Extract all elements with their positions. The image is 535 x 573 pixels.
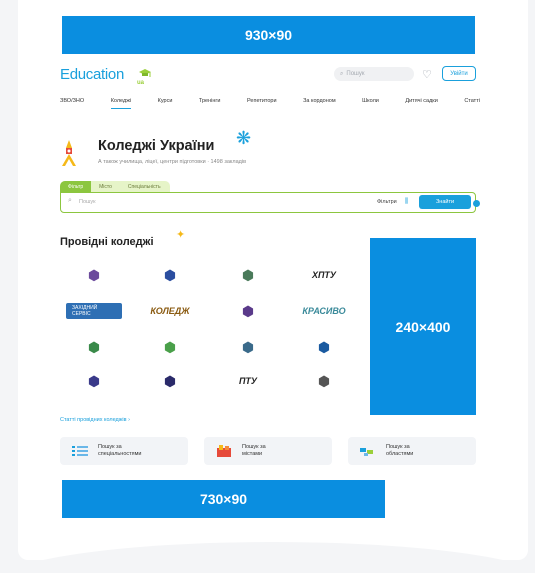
site-logo[interactable]: Education	[60, 66, 124, 83]
nav-item[interactable]: Тренінги	[199, 98, 221, 109]
crest-logo-icon: ⬢	[163, 266, 177, 283]
college-logo[interactable]: ХПТУ	[296, 260, 352, 290]
logo-suffix: ua	[137, 80, 145, 86]
seal-logo-icon: ⬢	[241, 266, 255, 283]
search-icon: ⌕	[340, 70, 344, 77]
search-by-region-card[interactable]: Пошук за областями	[348, 437, 476, 465]
college-logo[interactable]: ⬢	[142, 366, 198, 396]
nav-item[interactable]: Статті	[464, 98, 480, 109]
leading-colleges-title: Провідні коледжі	[60, 236, 154, 248]
circle-logo-icon: ⬢	[87, 372, 101, 389]
green-seal-logo-icon: ⬢	[163, 338, 177, 355]
college-logo-wordmark: КОЛЕДЖ	[150, 306, 190, 316]
list-icon	[72, 445, 88, 457]
nav-item[interactable]: Коледжі	[110, 98, 132, 109]
filters-toggle[interactable]: Фільтри	[377, 199, 397, 205]
map-icon	[216, 445, 232, 457]
college-logo-wordmark: КРАСИВО	[302, 306, 346, 316]
college-search-input[interactable]: ⌕ Пошук Фільтри ⫼ Знайти	[60, 192, 480, 213]
ad-banner-side[interactable]: 240×400	[370, 238, 476, 415]
all-leading-colleges-link[interactable]: Статті провідних коледжів ›	[60, 417, 130, 423]
tools-logo-icon: ⬢	[317, 338, 331, 355]
card-line2: спеціальностями	[98, 451, 142, 457]
search-tab-specialty[interactable]: Спеціальність	[120, 181, 169, 192]
card-line2: областями	[386, 451, 414, 457]
college-search-placeholder: Пошук	[79, 199, 96, 205]
college-logo[interactable]: ⬢	[220, 332, 276, 362]
college-logo[interactable]: ⬢	[142, 260, 198, 290]
college-logo[interactable]: ⬢	[142, 332, 198, 362]
college-logo[interactable]: ⬢	[66, 366, 122, 396]
search-tabs: Фільтр Місто Спеціальність	[60, 181, 170, 192]
snowflake-icon: ❋	[236, 128, 252, 148]
ad-banner-top[interactable]: 930×90	[62, 16, 475, 54]
main-nav: ЗВО/ЗНО Коледжі Курси Тренінги Репетитори За …	[60, 98, 480, 109]
scroll-indicator-dot	[473, 200, 480, 207]
search-by-cards: Пошук за спеціальностями Пошук за містами …	[60, 437, 476, 465]
college-logo[interactable]: ПТУ	[220, 366, 276, 396]
tower-logo-icon: ⬢	[163, 372, 177, 389]
regions-icon	[360, 445, 376, 457]
nav-item[interactable]: Курси	[158, 98, 173, 109]
search-by-specialty-card[interactable]: Пошук за спеціальностями	[60, 437, 188, 465]
page-subtitle: А також училища, ліцеї, центри підготовк…	[98, 159, 246, 165]
card-line1: Пошук за	[386, 444, 410, 450]
oval-logo-icon: ⬢	[241, 338, 255, 355]
college-logo[interactable]: ⬢	[66, 260, 122, 290]
card-line2: містами	[242, 451, 263, 457]
college-logo[interactable]: ЗАХІДНИЙ СЕРВІС	[66, 296, 122, 326]
header-search-placeholder: Пошук	[346, 71, 365, 77]
search-tab-city[interactable]: Місто	[91, 181, 120, 192]
college-logo[interactable]: ⬢	[296, 332, 352, 362]
sparkle-icon: ✦	[176, 229, 186, 241]
college-emblem-icon	[62, 140, 76, 166]
nav-item[interactable]: Школи	[362, 98, 379, 109]
shield-logo-icon: ⬢	[87, 266, 101, 283]
college-logo[interactable]: ⬢	[296, 366, 352, 396]
round-logo-icon: ⬢	[87, 338, 101, 355]
college-logo[interactable]: КОЛЕДЖ	[142, 296, 198, 326]
college-logo-wordmark: ПТУ	[238, 376, 258, 386]
college-logo-grid: ⬢ ⬢ ⬢ ХПТУ ЗАХІДНИЙ СЕРВІС КОЛЕДЖ ⬢ КРАСИВО ⬢ ⬢ ⬢ ⬢…	[60, 258, 360, 398]
ad-banner-bottom[interactable]: 730×90	[62, 480, 385, 518]
filter-sliders-icon[interactable]: ⫼	[405, 198, 408, 206]
college-search-panel: Фільтр Місто Спеціальність ⌕ Пошук Фільт…	[60, 181, 480, 215]
page-title: Коледжі України	[98, 138, 215, 154]
figure-logo-2-icon: ⬢	[317, 372, 331, 389]
nav-item[interactable]: За кордоном	[303, 98, 336, 109]
nav-item[interactable]: ЗВО/ЗНО	[60, 98, 84, 109]
search-by-city-card[interactable]: Пошук за містами	[204, 437, 332, 465]
college-logo-wordmark: ЗАХІДНИЙ СЕРВІС	[66, 303, 122, 319]
card-line1: Пошук за	[98, 444, 122, 450]
figure-logo-icon: ⬢	[241, 302, 255, 319]
card-line1: Пошук за	[242, 444, 266, 450]
search-tab-filter[interactable]: Фільтр	[60, 181, 92, 192]
search-icon: ⌕	[68, 197, 72, 204]
find-button[interactable]: Знайти	[419, 195, 471, 209]
heart-icon[interactable]: ♡	[422, 68, 432, 81]
college-logo[interactable]: ⬢	[66, 332, 122, 362]
nav-item[interactable]: Дитячі садки	[405, 98, 437, 109]
college-logo-wordmark: ХПТУ	[311, 270, 337, 280]
header-search-input[interactable]: ⌕ Пошук	[334, 67, 414, 81]
college-logo[interactable]: ⬢	[220, 296, 276, 326]
logo-text: Education	[60, 66, 125, 83]
college-logo[interactable]: КРАСИВО	[296, 296, 352, 326]
login-button[interactable]: Увійти	[442, 66, 476, 81]
nav-item[interactable]: Репетитори	[247, 98, 277, 109]
graduation-cap-icon	[139, 69, 151, 77]
college-logo[interactable]: ⬢	[220, 260, 276, 290]
